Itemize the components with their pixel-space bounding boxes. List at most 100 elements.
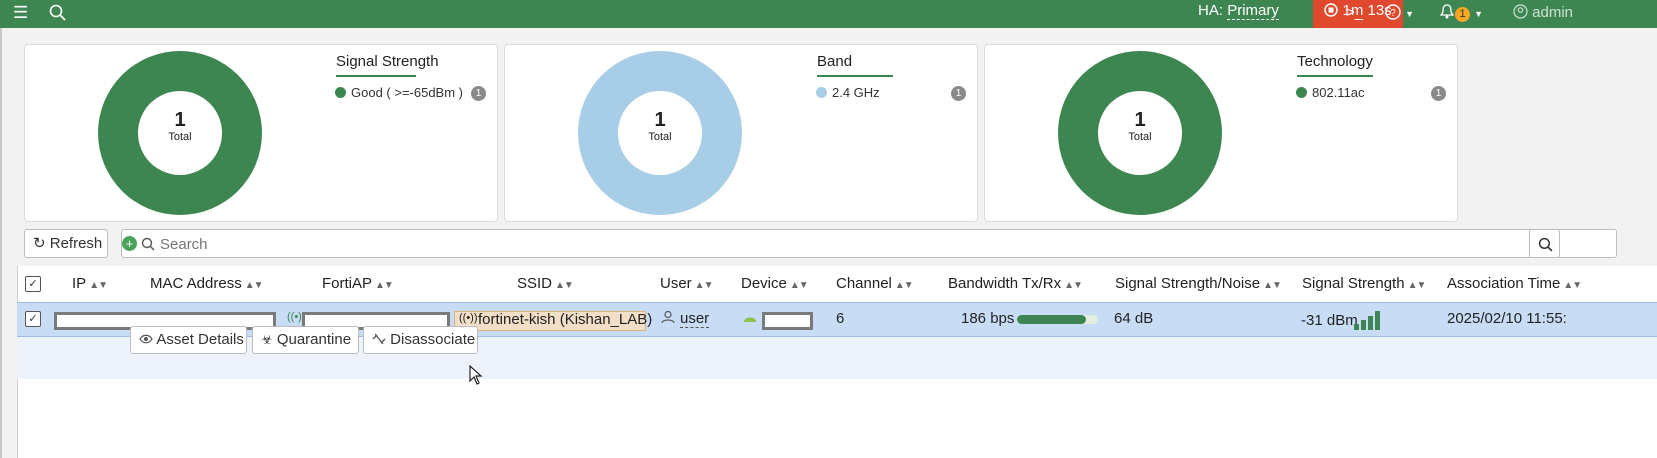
user-name: admin [1532, 4, 1574, 21]
row-checkbox[interactable]: ✓ [25, 311, 41, 327]
col-association-time[interactable]: Association Time ▲▼ [1447, 275, 1582, 292]
redacted-device [762, 312, 813, 330]
asset-details-label: Asset Details [156, 331, 244, 348]
bandwidth-value: 186 bps [961, 310, 1015, 327]
col-channel[interactable]: Channel ▲▼ [836, 275, 914, 292]
sort-icon: ▲▼ [1263, 280, 1282, 291]
user-value[interactable]: user [680, 310, 710, 328]
technology-card: 1 Total Technology 802.11ac 1 [984, 44, 1458, 222]
donut-center: 1 Total [138, 91, 222, 175]
sort-icon: ▲▼ [1563, 280, 1582, 291]
legend-count-badge: 1 [471, 86, 486, 101]
search-icon [141, 237, 155, 251]
snr-value: 64 dB [1114, 310, 1154, 327]
notification-badge: 1 [1455, 7, 1470, 22]
hamburger-menu-icon[interactable]: ☰ [13, 0, 28, 28]
search-icon [1538, 237, 1553, 252]
svg-text:?: ? [1390, 8, 1396, 19]
biohazard-icon: ☣ [261, 332, 273, 347]
card-title: Band [817, 53, 853, 70]
search-input[interactable] [158, 232, 1522, 256]
donut-total: 1 [1134, 109, 1146, 131]
col-user[interactable]: User ▲▼ [660, 275, 714, 292]
col-signal-strength[interactable]: Signal Strength ▲▼ [1302, 275, 1427, 292]
legend-item[interactable]: 802.11ac [1296, 85, 1365, 100]
col-signal-noise[interactable]: Signal Strength/Noise ▲▼ [1115, 275, 1282, 292]
quarantine-label: Quarantine [276, 331, 352, 348]
title-underline [336, 75, 416, 77]
signal-bars-icon [1354, 311, 1380, 330]
search-icon[interactable] [49, 0, 66, 28]
disassociate-label: Disassociate [390, 331, 476, 348]
band-card: 1 Total Band 2.4 GHz 1 [504, 44, 978, 222]
legend-item[interactable]: 2.4 GHz [816, 85, 880, 100]
donut-total-label: Total [648, 131, 672, 143]
legend-label: 2.4 GHz [832, 85, 880, 100]
ssid-value: fortinet-kish (Kishan_LAB) [478, 311, 653, 328]
signal-value: -31 dBm [1301, 312, 1358, 329]
android-icon [742, 310, 758, 327]
mouse-cursor-icon [469, 365, 483, 385]
left-border [0, 28, 2, 458]
col-ssid[interactable]: SSID ▲▼ [517, 275, 574, 292]
sort-icon: ▲▼ [1407, 280, 1427, 291]
legend-item[interactable]: Good ( >=-65dBm ) [335, 85, 463, 100]
stop-icon [1324, 3, 1339, 17]
ha-label: HA: [1198, 2, 1224, 19]
terminal-icon[interactable]: >_ [1346, 0, 1363, 28]
legend-dot [816, 87, 827, 98]
top-bar: ☰ HA: Primary 1m 13s >_ ? ▼ 1 ▼ admin [0, 0, 1657, 28]
user-avatar-icon [1513, 4, 1528, 19]
search-submit-button[interactable] [1529, 229, 1560, 258]
signal-strength-card: 1 Total Signal Strength Good ( >=-65dBm … [24, 44, 498, 222]
sort-icon: ▲▼ [694, 280, 714, 291]
disassociate-button[interactable]: Disassociate [363, 326, 478, 354]
legend-dot [1296, 87, 1307, 98]
sort-icon: ▲▼ [375, 280, 394, 291]
legend-dot [335, 87, 346, 98]
channel-value: 6 [836, 310, 845, 327]
donut-total: 1 [174, 109, 186, 131]
association-time-value: 2025/02/10 11:55: [1447, 310, 1567, 327]
add-filter-icon[interactable]: + [122, 236, 137, 251]
sort-icon: ▲▼ [244, 280, 264, 291]
refresh-button[interactable]: ↻ Refresh [24, 229, 108, 258]
technology-donut[interactable]: 1 Total [1058, 51, 1222, 215]
ssid-icon: ((•)) [459, 312, 478, 324]
legend-label: Good ( >=-65dBm ) [351, 85, 463, 100]
asset-details-button[interactable]: Asset Details [130, 326, 247, 354]
bandwidth-bar-fill [1017, 315, 1086, 324]
eye-icon [139, 334, 153, 344]
col-ip[interactable]: IP ▲▼ [72, 275, 108, 292]
ha-value: Primary [1227, 2, 1279, 20]
sort-icon: ▲▼ [555, 280, 574, 291]
card-title: Technology [1297, 53, 1373, 70]
col-device[interactable]: Device ▲▼ [741, 275, 809, 292]
donut-total: 1 [654, 109, 666, 131]
notifications-icon[interactable]: 1 ▼ [1439, 0, 1483, 28]
user-menu[interactable]: admin [1513, 0, 1573, 28]
donut-total-label: Total [168, 131, 192, 143]
ha-status[interactable]: HA: Primary [1198, 0, 1279, 28]
unlink-icon [372, 333, 386, 345]
col-mac-address[interactable]: MAC Address ▲▼ [150, 275, 263, 292]
col-fortiap[interactable]: FortiAP ▲▼ [322, 275, 394, 292]
help-icon[interactable]: ? ▼ [1385, 0, 1414, 28]
user-icon [661, 310, 675, 328]
sort-icon: ▲▼ [789, 280, 809, 291]
card-title: Signal Strength [336, 53, 439, 70]
band-donut[interactable]: 1 Total [578, 51, 742, 215]
signal-strength-donut[interactable]: 1 Total [98, 51, 262, 215]
quarantine-button[interactable]: ☣ Quarantine [252, 326, 359, 354]
legend-count-badge: 1 [951, 86, 966, 101]
bandwidth-bar [1017, 315, 1098, 324]
legend-label: 802.11ac [1312, 85, 1365, 100]
title-underline [817, 75, 893, 77]
select-all-checkbox[interactable]: ✓ [25, 276, 41, 292]
sort-icon: ▲▼ [89, 280, 108, 291]
sort-icon: ▲▼ [894, 280, 914, 291]
col-bandwidth[interactable]: Bandwidth Tx/Rx ▲▼ [948, 275, 1083, 292]
refresh-icon: ↻ [33, 235, 46, 252]
donut-center: 1 Total [1098, 91, 1182, 175]
search-bar: + [121, 229, 1617, 258]
